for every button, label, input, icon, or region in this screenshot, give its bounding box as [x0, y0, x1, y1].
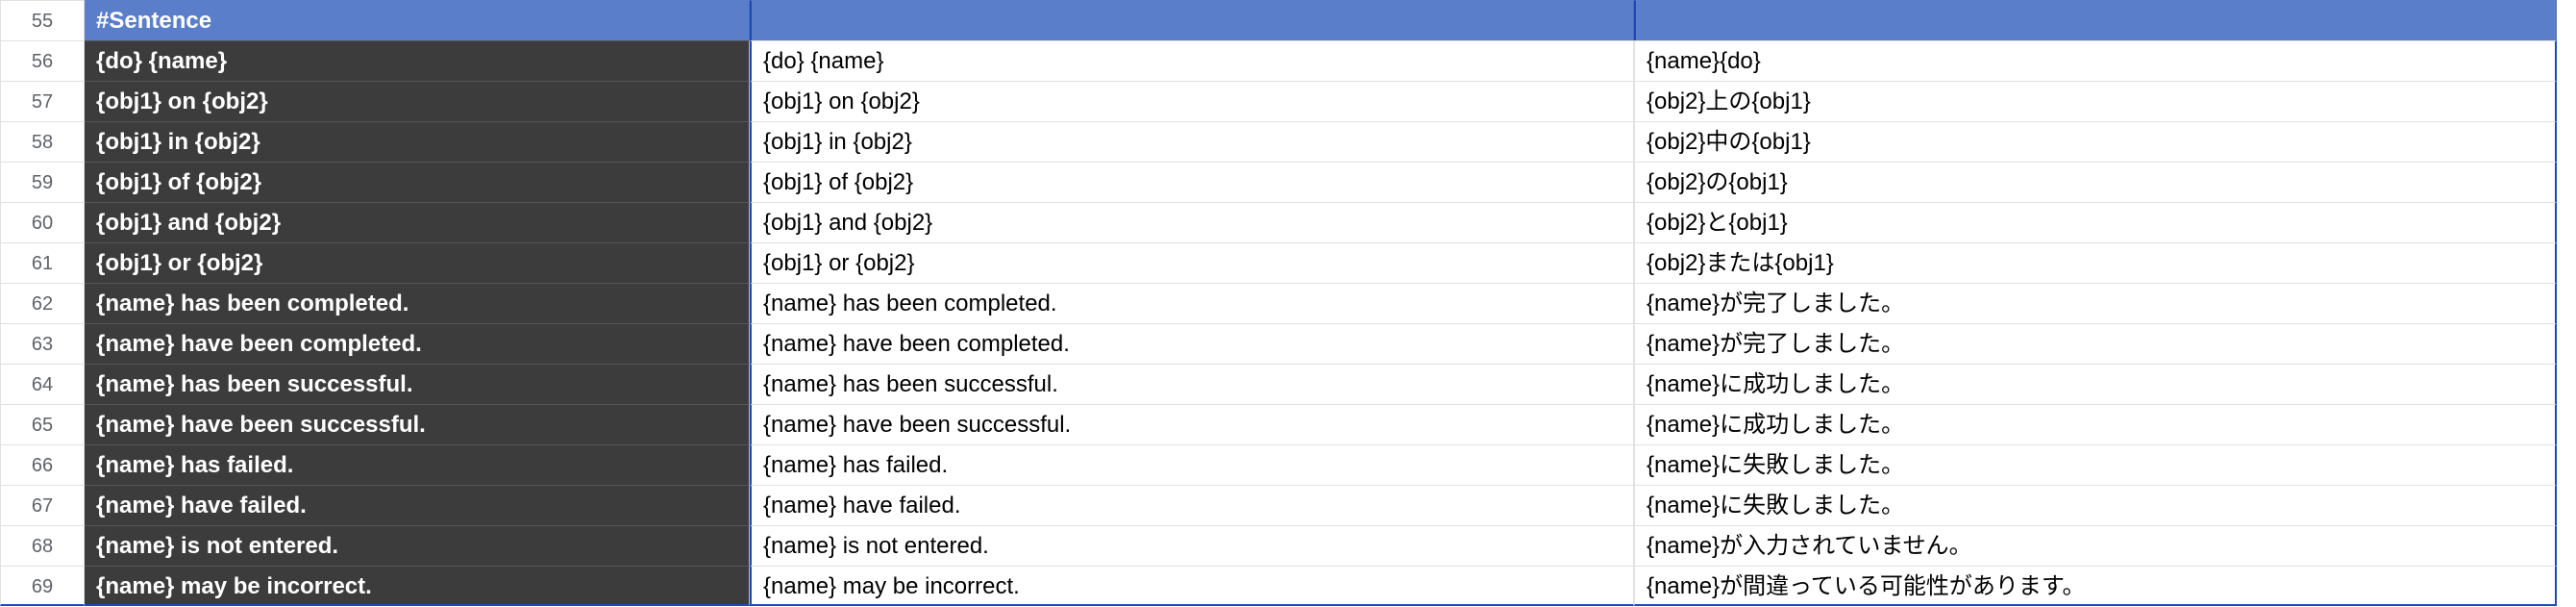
- cell-key[interactable]: {name} have failed.: [85, 485, 750, 525]
- cell-source[interactable]: {name} have been successful.: [750, 404, 1634, 444]
- row-number[interactable]: 60: [0, 202, 85, 242]
- cell-translation[interactable]: {obj2}中の{obj1}: [1634, 121, 2557, 162]
- cell-source[interactable]: {name} may be incorrect.: [750, 566, 1634, 606]
- cell-translation[interactable]: {name}に成功しました。: [1634, 404, 2557, 444]
- cell-translation[interactable]: {name}に失敗しました。: [1634, 485, 2557, 525]
- table-row[interactable]: 58{obj1} in {obj2}{obj1} in {obj2}{obj2}…: [0, 121, 2576, 162]
- header-cell-c[interactable]: [1634, 0, 2557, 40]
- cell-key[interactable]: {name} is not entered.: [85, 525, 750, 566]
- cell-source[interactable]: {name} have failed.: [750, 485, 1634, 525]
- cell-translation[interactable]: {obj2}と{obj1}: [1634, 202, 2557, 242]
- cell-source[interactable]: {name} has failed.: [750, 444, 1634, 485]
- table-row[interactable]: 57{obj1} on {obj2}{obj1} on {obj2}{obj2}…: [0, 81, 2576, 121]
- cell-key[interactable]: {obj1} and {obj2}: [85, 202, 750, 242]
- cell-source[interactable]: {name} have been completed.: [750, 323, 1634, 364]
- cell-key[interactable]: {do} {name}: [85, 40, 750, 81]
- cell-source[interactable]: {obj1} in {obj2}: [750, 121, 1634, 162]
- cell-translation[interactable]: {obj2}の{obj1}: [1634, 162, 2557, 202]
- cell-key[interactable]: {name} have been successful.: [85, 404, 750, 444]
- table-row[interactable]: 66{name} has failed.{name} has failed.{n…: [0, 444, 2576, 485]
- table-row[interactable]: 64{name} has been successful.{name} has …: [0, 364, 2576, 404]
- cell-source[interactable]: {name} is not entered.: [750, 525, 1634, 566]
- cell-translation[interactable]: {name}{do}: [1634, 40, 2557, 81]
- header-cell-b[interactable]: [750, 0, 1634, 40]
- cell-key[interactable]: {name} has been successful.: [85, 364, 750, 404]
- row-number[interactable]: 61: [0, 242, 85, 283]
- table-row[interactable]: 61{obj1} or {obj2}{obj1} or {obj2}{obj2}…: [0, 242, 2576, 283]
- table-row[interactable]: 68{name} is not entered.{name} is not en…: [0, 525, 2576, 566]
- row-number[interactable]: 64: [0, 364, 85, 404]
- cell-translation[interactable]: {obj2}上の{obj1}: [1634, 81, 2557, 121]
- cell-key[interactable]: {name} have been completed.: [85, 323, 750, 364]
- cell-translation[interactable]: {name}に成功しました。: [1634, 364, 2557, 404]
- row-number[interactable]: 58: [0, 121, 85, 162]
- cell-source[interactable]: {obj1} or {obj2}: [750, 242, 1634, 283]
- cell-source[interactable]: {name} has been successful.: [750, 364, 1634, 404]
- row-number[interactable]: 69: [0, 566, 85, 606]
- table-row[interactable]: 56{do} {name}{do} {name}{name}{do}: [0, 40, 2576, 81]
- table-row[interactable]: 63{name} have been completed.{name} have…: [0, 323, 2576, 364]
- cell-key[interactable]: {obj1} in {obj2}: [85, 121, 750, 162]
- table-row[interactable]: 59{obj1} of {obj2}{obj1} of {obj2}{obj2}…: [0, 162, 2576, 202]
- row-number[interactable]: 57: [0, 81, 85, 121]
- cell-key[interactable]: {obj1} or {obj2}: [85, 242, 750, 283]
- row-number[interactable]: 62: [0, 283, 85, 323]
- table-row[interactable]: 60{obj1} and {obj2}{obj1} and {obj2}{obj…: [0, 202, 2576, 242]
- row-number[interactable]: 55: [0, 0, 85, 40]
- row-number[interactable]: 65: [0, 404, 85, 444]
- row-number[interactable]: 63: [0, 323, 85, 364]
- cell-translation[interactable]: {name}が入力されていません。: [1634, 525, 2557, 566]
- row-number[interactable]: 67: [0, 485, 85, 525]
- row-number[interactable]: 68: [0, 525, 85, 566]
- cell-source[interactable]: {obj1} and {obj2}: [750, 202, 1634, 242]
- table-row[interactable]: 65{name} have been successful.{name} hav…: [0, 404, 2576, 444]
- row-number[interactable]: 59: [0, 162, 85, 202]
- table-row[interactable]: 62{name} has been completed.{name} has b…: [0, 283, 2576, 323]
- cell-source[interactable]: {obj1} on {obj2}: [750, 81, 1634, 121]
- row-number[interactable]: 56: [0, 40, 85, 81]
- cell-translation[interactable]: {name}が完了しました。: [1634, 323, 2557, 364]
- cell-key[interactable]: {name} has been completed.: [85, 283, 750, 323]
- cell-key[interactable]: {name} may be incorrect.: [85, 566, 750, 606]
- header-row[interactable]: 55 #Sentence: [0, 0, 2576, 40]
- cell-source[interactable]: {obj1} of {obj2}: [750, 162, 1634, 202]
- cell-source[interactable]: {name} has been completed.: [750, 283, 1634, 323]
- cell-translation[interactable]: {name}が間違っている可能性があります。: [1634, 566, 2557, 606]
- cell-key[interactable]: {obj1} on {obj2}: [85, 81, 750, 121]
- spreadsheet[interactable]: 55 #Sentence 56{do} {name}{do} {name}{na…: [0, 0, 2576, 606]
- cell-translation[interactable]: {name}が完了しました。: [1634, 283, 2557, 323]
- row-number[interactable]: 66: [0, 444, 85, 485]
- table-row[interactable]: 69{name} may be incorrect.{name} may be …: [0, 566, 2576, 606]
- table-row[interactable]: 67{name} have failed.{name} have failed.…: [0, 485, 2576, 525]
- header-cell-sentence[interactable]: #Sentence: [85, 0, 750, 40]
- cell-translation[interactable]: {name}に失敗しました。: [1634, 444, 2557, 485]
- cell-key[interactable]: {name} has failed.: [85, 444, 750, 485]
- cell-source[interactable]: {do} {name}: [750, 40, 1634, 81]
- cell-key[interactable]: {obj1} of {obj2}: [85, 162, 750, 202]
- cell-translation[interactable]: {obj2}または{obj1}: [1634, 242, 2557, 283]
